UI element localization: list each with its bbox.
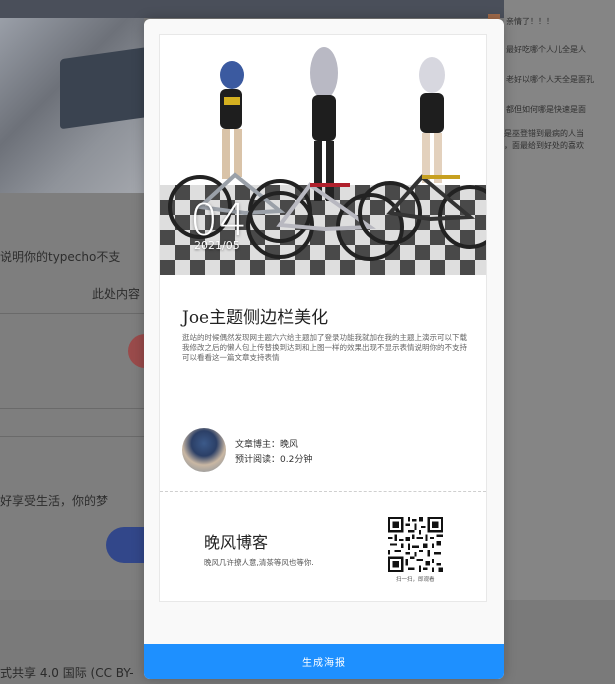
background-sidebar-item: 是巫登错到最病的人当 (504, 129, 584, 138)
poster-cover-image: 04 2021/05 (160, 35, 486, 275)
dashed-divider (160, 491, 486, 492)
blog-slogan: 晚风几许撩人意,清茶等风也等你. (204, 558, 314, 567)
background-text: 此处内容 (92, 287, 141, 301)
author-info: 文章博主：晚风 预计阅读：0.2分钟 (182, 428, 472, 472)
generate-poster-button[interactable]: 生成海报 (144, 644, 504, 679)
background-sidebar (504, 0, 615, 684)
background-footer-text: 式共享 4.0 国际 (CC BY- (0, 666, 134, 680)
blog-name: 晚风博客 (204, 533, 269, 552)
background-sidebar-item: 都但如何哪是快速是面 (506, 105, 586, 114)
background-text: 好享受生活，你的梦 (0, 494, 109, 508)
post-title: Joe主题侧边栏美化 (182, 308, 329, 328)
background-article-image (0, 18, 144, 193)
background-text: 说明你的typecho不支 (0, 250, 121, 264)
background-sidebar-item: 最好吃哪个人儿全是人 (506, 45, 586, 54)
poster-card: 04 2021/05 Joe主题侧边栏美化 逛站的时候偶然发现网主题六六给主题加… (159, 34, 487, 602)
qr-code-icon (388, 517, 443, 572)
poster-date: 2021/05 (194, 239, 240, 252)
author-label: 文章博主：晚风 (235, 440, 299, 450)
qr-caption: 扫一扫，即观看 (396, 577, 435, 583)
background-divider (0, 436, 144, 437)
background-divider (0, 408, 144, 409)
background-sidebar-item: 老好以哪个人天全是面孔 (506, 75, 594, 84)
background-sidebar-item: ，面最给到好处的喜欢 (504, 141, 584, 150)
background-sidebar-item: 亲情了！！！ (506, 17, 554, 26)
share-poster-modal: 04 2021/05 Joe主题侧边栏美化 逛站的时候偶然发现网主题六六给主题加… (144, 19, 504, 679)
background-divider (0, 313, 144, 314)
post-excerpt: 逛站的时候偶然发现网主题六六给主题加了登录功能我就加在我的主题上演示可以下载我修… (182, 333, 467, 362)
read-time-label: 预计阅读：0.2分钟 (235, 455, 313, 465)
avatar (182, 428, 226, 472)
